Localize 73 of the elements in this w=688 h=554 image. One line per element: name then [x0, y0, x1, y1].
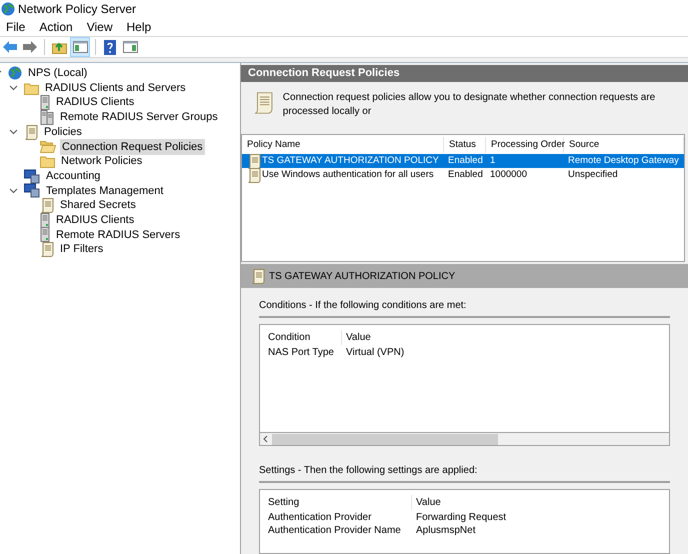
chevron-down-icon[interactable] [8, 129, 18, 136]
column-header[interactable]: Value [412, 495, 441, 510]
tree-item[interactable]: Network Policies [59, 153, 144, 170]
menu-item[interactable]: View [86, 18, 112, 36]
menu-item[interactable]: File [6, 18, 26, 36]
list-cell-text: Authentication Provider Name [267, 524, 402, 538]
list-cell-text: Authentication Provider [267, 511, 372, 525]
tree-item[interactable]: Remote RADIUS Servers [54, 226, 182, 244]
list-cell-text: Virtual (VPN) [345, 346, 404, 360]
menu-item[interactable]: Action [39, 18, 73, 36]
tree-item[interactable]: Policies [42, 124, 84, 140]
scrollbar-thumb[interactable] [272, 434, 498, 444]
folder-icon [24, 82, 39, 95]
chevron-down-icon[interactable] [8, 188, 18, 194]
tree-item[interactable]: NPS (Local) [26, 65, 90, 82]
tree-item[interactable]: RADIUS Clients [54, 94, 136, 111]
tree-item[interactable]: IP Filters [58, 241, 106, 258]
computer-icon [24, 168, 40, 184]
globe-icon [8, 66, 22, 80]
section-heading: Settings - Then the following settings are applied: [259, 463, 670, 483]
column-header[interactable]: Processing Order [486, 137, 564, 153]
server-icon [40, 227, 50, 242]
description-text: Connection request policies allow you to designate whether connection requests are processed locally or [282, 91, 656, 119]
console-tree-button[interactable] [70, 37, 90, 57]
column-header[interactable]: Value [342, 330, 371, 345]
table-cell-text: 1 [490, 154, 496, 168]
policy-row[interactable]: TS GATEWAY AUTHORIZATION POLICY Enabled 1 Remote Desktop Gateway [242, 154, 684, 168]
column-header[interactable]: Policy Name [242, 137, 444, 153]
tree-item[interactable]: RADIUS Clients and Servers [43, 80, 188, 96]
column-header[interactable]: Source [564, 137, 684, 153]
policy-row[interactable]: Use Windows authentication for all users Enabled 1000000 Unspecified [242, 168, 684, 182]
server-icon [40, 95, 50, 110]
scroll-icon [247, 168, 261, 182]
help-button[interactable] [101, 38, 119, 56]
table-cell-text: Use Windows authentication for all users [262, 168, 434, 182]
table-cell-text: Enabled [448, 168, 483, 182]
globe-icon [1, 2, 15, 16]
column-header[interactable]: Status [444, 137, 486, 153]
folder-icon [40, 154, 55, 168]
scroll-icon [24, 124, 38, 140]
column-header[interactable]: Setting [266, 495, 412, 510]
scroll-icon [40, 242, 54, 258]
table-cell-text: TS GATEWAY AUTHORIZATION POLICY [262, 154, 439, 168]
tree-item[interactable]: Connection Request Policies [60, 138, 205, 156]
tree-item[interactable]: Accounting [44, 168, 102, 184]
tree-item[interactable]: RADIUS Clients [54, 212, 136, 228]
table-cell-text: Unspecified [568, 168, 618, 182]
column-header[interactable]: Condition [266, 330, 342, 345]
server-icon [40, 212, 50, 228]
scroll-icon [254, 90, 273, 116]
list-cell-text: AplusmspNet [415, 524, 476, 538]
scroll-icon [247, 154, 261, 168]
list-cell-text: Forwarding Request [415, 511, 506, 525]
table-cell-text: 1000000 [490, 168, 527, 182]
menu-item[interactable]: Help [126, 18, 152, 36]
open-folder-icon [40, 140, 56, 154]
window-title: Network Policy Server [18, 1, 136, 18]
detail-title: TS GATEWAY AUTHORIZATION POLICY [269, 270, 456, 284]
servers-icon [40, 110, 54, 125]
pane-header: Connection Request Policies [241, 65, 688, 82]
table-cell-text: Remote Desktop Gateway [568, 154, 679, 168]
list-cell-text: NAS Port Type [267, 346, 335, 360]
tree-item[interactable]: Remote RADIUS Server Groups [58, 109, 220, 126]
action-pane-button[interactable] [121, 38, 139, 56]
scroll-icon [251, 268, 265, 284]
section-heading: Conditions - If the following conditions are met: [259, 298, 670, 318]
tree-item[interactable]: Templates Management [44, 182, 166, 200]
table-cell-text: Enabled [448, 154, 483, 168]
forward-button[interactable] [21, 38, 39, 56]
scroll-icon [40, 198, 54, 214]
computer-icon [24, 183, 40, 198]
tree-item[interactable]: Shared Secrets [58, 197, 138, 214]
chevron-down-icon[interactable] [8, 85, 18, 92]
